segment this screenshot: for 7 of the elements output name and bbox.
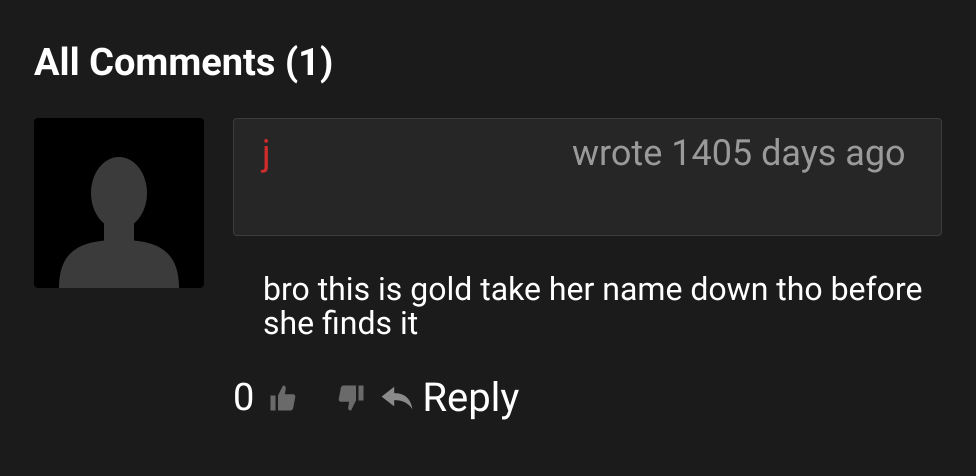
section-title: All Comments (1) [34,40,334,87]
vote-count: 0 [233,374,254,422]
reply-button[interactable]: Reply [380,368,520,428]
comment-time: wrote 1405 days ago [572,132,906,174]
comment-text: bro this is gold take her name down tho before she finds it [263,272,923,340]
reply-arrow-icon [380,384,414,412]
thumbs-down-icon[interactable] [336,383,366,413]
